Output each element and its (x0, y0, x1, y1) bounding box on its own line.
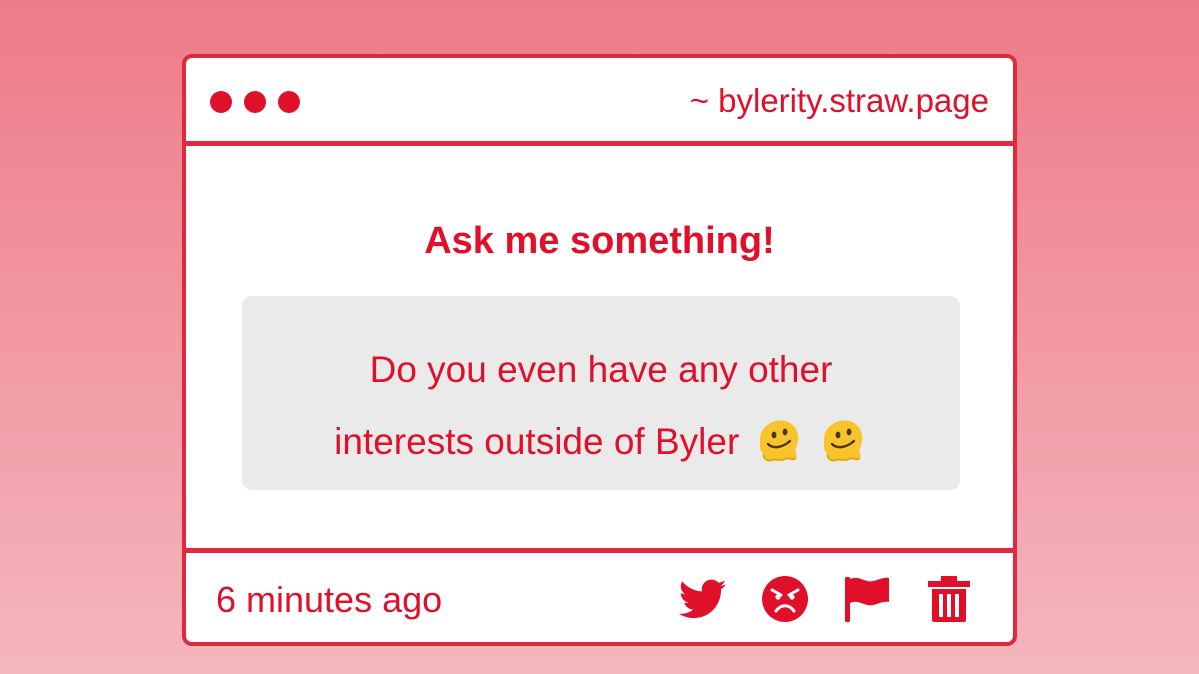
page-title: Ask me something! (424, 220, 775, 262)
card-footer: 6 minutes ago (186, 548, 1013, 642)
maximize-dot[interactable] (278, 91, 300, 113)
trash-icon[interactable] (925, 575, 973, 623)
flag-icon[interactable] (843, 575, 891, 623)
timestamp: 6 minutes ago (216, 579, 443, 620)
question-text-line-1: Do you even have any other (369, 349, 833, 390)
page-url[interactable]: ~ bylerity.straw.page (690, 82, 989, 120)
melting-face-emoji-icon (759, 420, 798, 462)
question-text-line-2: interests outside of Byler (282, 406, 920, 478)
question-card: ~ bylerity.straw.page Ask me something! … (182, 54, 1017, 646)
action-bar (679, 575, 973, 623)
question-text: interests outside of Byler (334, 421, 740, 462)
question-bubble: Do you even have any other interests out… (242, 296, 960, 490)
minimize-dot[interactable] (244, 91, 266, 113)
window-titlebar: ~ bylerity.straw.page (186, 58, 1013, 146)
twitter-icon[interactable] (679, 575, 727, 623)
melting-face-emoji-icon (823, 420, 863, 462)
question-content: Ask me something! Do you even have any o… (186, 146, 1013, 548)
angry-face-icon[interactable] (761, 575, 809, 623)
close-dot[interactable] (210, 91, 232, 113)
window-dots (210, 91, 300, 113)
